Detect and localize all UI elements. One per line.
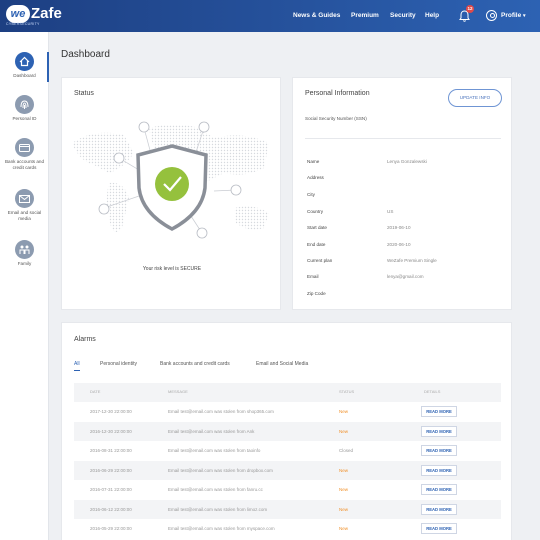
alarms-title: Alarms	[74, 336, 96, 343]
info-label-zip: Zip Code	[307, 291, 326, 296]
row-status: New	[339, 526, 349, 531]
row-status: New	[339, 409, 349, 414]
row-message: Email test@email.com was stolen from mys…	[168, 526, 275, 531]
update-info-button[interactable]: UPDATE INFO	[448, 89, 502, 107]
table-row: 2016-08-31 22:00:00 Email test@email.com…	[74, 441, 501, 461]
personal-info-title: Personal Information	[305, 90, 370, 97]
row-date: 2016-06-29 22:00:00	[90, 467, 132, 473]
table-row: 2016-05-29 22:00:00 Email test@email.com…	[74, 519, 501, 539]
status-title: Status	[74, 90, 94, 97]
info-label-country: Country	[307, 209, 324, 214]
logo-subtitle: CYBERSECURITY	[6, 22, 40, 26]
logo-zafe: Zafe	[31, 5, 62, 22]
info-value-current-plan: WeZafe Premium Single	[387, 258, 437, 263]
fingerprint-icon	[15, 95, 34, 114]
row-date: 2016-12-30 22:00:00	[90, 428, 132, 434]
notification-badge: 12	[466, 5, 474, 13]
row-message: Email test@email.com was stolen from dro…	[168, 467, 273, 473]
credit-card-icon	[15, 138, 34, 157]
logo-we: we	[6, 5, 30, 23]
tab-personal-identity[interactable]: Personal identity	[100, 361, 137, 367]
sidebar-item-label: Bank accounts and credit cards	[4, 159, 45, 170]
profile-label: Profile	[501, 12, 522, 19]
column-message: MESSAGE	[168, 389, 188, 394]
row-date: 2016-05-29 22:00:00	[90, 526, 132, 531]
status-card: Status Your risk level is SECURE	[61, 77, 281, 310]
ssn-label: Social Security Number (SSN)	[305, 116, 367, 121]
sidebar-item-label: Dashboard	[13, 73, 36, 78]
profile-icon[interactable]	[486, 10, 497, 21]
info-label-email: Email	[307, 274, 319, 279]
personal-info-card: Personal Information UPDATE INFO Social …	[292, 77, 512, 310]
alarms-card: Alarms All Personal identity Bank accoun…	[61, 322, 512, 540]
nav-premium[interactable]: Premium	[351, 0, 379, 32]
wezafe-logo[interactable]: we Zafe CYBERSECURITY	[6, 5, 64, 27]
nav-news-guides[interactable]: News & Guides	[293, 0, 340, 32]
tab-all[interactable]: All	[74, 361, 80, 371]
read-more-button[interactable]: READ MORE	[421, 425, 457, 437]
row-status: New	[339, 428, 349, 434]
read-more-button[interactable]: READ MORE	[421, 503, 457, 515]
tab-email-social[interactable]: Email and Social Media	[256, 361, 308, 367]
table-row: 2016-06-12 22:00:00 Email test@email.com…	[74, 499, 501, 519]
column-status: STATUS	[339, 389, 355, 394]
info-value-start-date: 2019-06-10	[387, 225, 411, 230]
profile-menu[interactable]: Profile ▾	[501, 0, 526, 32]
info-label-current-plan: Current plan	[307, 258, 333, 263]
home-icon	[15, 52, 34, 71]
row-message: Email test@email.com was stolen from lim…	[168, 506, 268, 512]
sidebar: Dashboard Personal ID Bank accounts and …	[0, 32, 49, 540]
status-message: Your risk level is SECURE	[142, 266, 202, 272]
row-status: Closed	[339, 448, 354, 453]
world-map-shield-illustration	[72, 121, 269, 239]
read-more-button[interactable]: READ MORE	[421, 406, 457, 417]
info-label-end-date: End date	[307, 242, 326, 247]
info-label-address: Address	[307, 175, 324, 180]
nav-help[interactable]: Help	[425, 0, 439, 32]
sidebar-item-label: Personal ID	[12, 116, 37, 121]
row-message: Email test@email.com was stolen from sho…	[168, 409, 274, 414]
info-value-email: lenya@gmail.com	[387, 274, 424, 279]
table-header: DATE MESSAGE STATUS DETAILS	[74, 383, 501, 402]
envelope-icon	[15, 189, 34, 208]
info-value-name: Lenya Gonzalewski	[387, 159, 427, 164]
row-status: New	[339, 487, 349, 492]
table-row: 2016-12-30 22:00:00 Email test@email.com…	[74, 421, 501, 441]
page-title: Dashboard	[61, 49, 110, 60]
row-status: New	[339, 467, 349, 473]
read-more-button[interactable]: READ MORE	[421, 523, 457, 534]
table-row: 2016-07-31 22:00:00 Email test@email.com…	[74, 480, 501, 500]
nav-security[interactable]: Security	[390, 0, 416, 32]
row-message: Email test@email.com was stolen from fan…	[168, 487, 263, 492]
info-label-name: Name	[307, 159, 320, 164]
sidebar-item-label: Email and social media	[7, 210, 42, 221]
tab-bank-accounts[interactable]: Bank accounts and credit cards	[160, 361, 230, 367]
row-message: Email test@email.com was stolen from tao…	[168, 448, 261, 453]
table-row: 2016-06-29 22:00:00 Email test@email.com…	[74, 460, 501, 480]
sidebar-item-label: Family	[17, 261, 32, 266]
column-date: DATE	[90, 389, 101, 394]
chevron-down-icon: ▾	[523, 13, 526, 19]
info-label-start-date: Start date	[307, 225, 327, 230]
info-value-end-date: 2020-06-10	[387, 242, 411, 247]
row-date: 2016-07-31 22:00:00	[90, 487, 132, 492]
row-message: Email test@email.com was stolen from Ank	[168, 428, 255, 434]
family-icon	[15, 240, 34, 259]
read-more-button[interactable]: READ MORE	[421, 464, 457, 476]
info-label-city: City	[307, 192, 315, 197]
row-date: 2016-08-31 22:00:00	[90, 448, 132, 453]
info-value-country: US	[387, 209, 394, 214]
column-details: DETAILS	[424, 389, 441, 394]
divider	[305, 138, 501, 139]
table-row: 2017-12-30 22:00:00 Email test@email.com…	[74, 402, 501, 422]
read-more-button[interactable]: READ MORE	[421, 445, 457, 456]
row-date: 2016-06-12 22:00:00	[90, 506, 132, 512]
top-navigation-bar: we Zafe CYBERSECURITY News & Guides Prem…	[0, 0, 540, 32]
read-more-button[interactable]: READ MORE	[421, 484, 457, 495]
row-status: New	[339, 506, 349, 512]
row-date: 2017-12-30 22:00:00	[90, 409, 132, 414]
